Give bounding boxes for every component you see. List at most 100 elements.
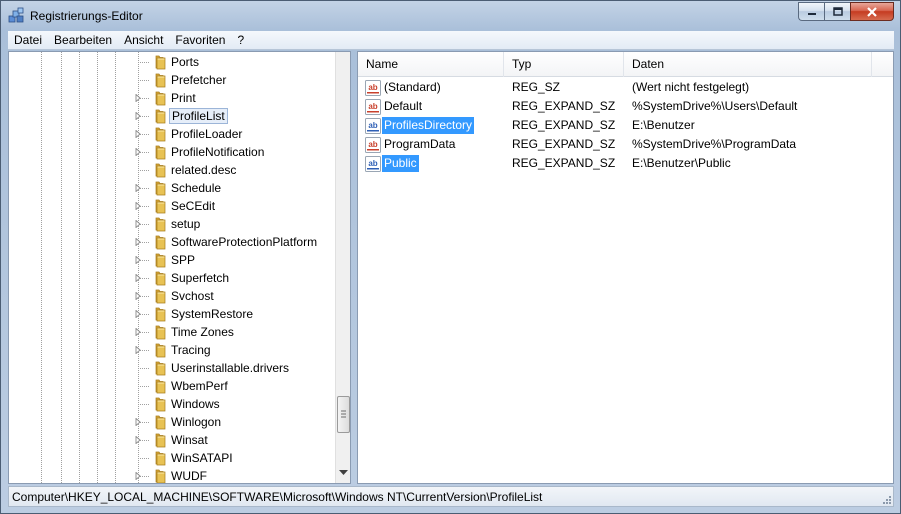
expand-arrow-icon[interactable]	[134, 184, 142, 192]
tree-item[interactable]: Windows	[9, 395, 335, 413]
value-data: %SystemDrive%\ProgramData	[632, 137, 797, 151]
tree-item[interactable]: WbemPerf	[9, 377, 335, 395]
values-list-pane[interactable]: Name Typ Daten ab (Standard) REG_SZ (Wert n…	[357, 51, 894, 484]
menu-ansicht[interactable]: Ansicht	[118, 31, 169, 50]
string-value-icon: ab	[365, 156, 381, 172]
value-row[interactable]: ab ProgramData REG_EXPAND_SZ %SystemDrive%\…	[358, 135, 893, 154]
tree-view[interactable]: Ports Prefetcher Print ProfileList ProfileLo…	[9, 52, 335, 483]
menu-help[interactable]: ?	[231, 31, 250, 50]
title-bar[interactable]: Registrierungs-Editor	[1, 1, 900, 31]
expand-arrow-icon[interactable]	[134, 292, 142, 300]
column-header-daten[interactable]: Daten	[624, 52, 872, 77]
tree-item-label: SystemRestore	[171, 307, 254, 321]
svg-text:ab: ab	[368, 121, 377, 130]
tree-item-label: Svchost	[171, 289, 214, 303]
expand-arrow-icon[interactable]	[134, 238, 142, 246]
tree-item-label: related.desc	[171, 163, 237, 177]
column-header-typ[interactable]: Typ	[504, 52, 624, 77]
value-name: Default	[384, 99, 423, 113]
expand-arrow-icon[interactable]	[134, 346, 142, 354]
maximize-button[interactable]	[824, 2, 850, 21]
tree-item[interactable]: Print	[9, 89, 335, 107]
tree-item[interactable]: SeCEdit	[9, 197, 335, 215]
expand-arrow-icon[interactable]	[134, 130, 142, 138]
folder-icon	[155, 91, 166, 106]
expand-arrow-icon[interactable]	[134, 418, 142, 426]
value-name: Public	[382, 155, 419, 172]
expand-arrow-icon[interactable]	[134, 328, 142, 336]
folder-icon	[155, 325, 166, 340]
tree-item[interactable]: WUDF	[9, 467, 335, 483]
resize-grip-icon[interactable]	[881, 494, 891, 504]
svg-text:ab: ab	[368, 83, 377, 92]
tree-item-label: Prefetcher	[171, 73, 227, 87]
scrollbar-thumb[interactable]	[337, 396, 350, 433]
tree-item[interactable]: Time Zones	[9, 323, 335, 341]
tree-item[interactable]: Superfetch	[9, 269, 335, 287]
value-name: (Standard)	[384, 80, 441, 94]
folder-icon	[155, 163, 166, 178]
folder-icon	[155, 73, 166, 88]
tree-item-label: ProfileLoader	[171, 127, 243, 141]
tree-item-label: ProfileNotification	[171, 145, 265, 159]
tree-item[interactable]: Prefetcher	[9, 71, 335, 89]
folder-icon	[155, 181, 166, 196]
tree-item[interactable]: Userinstallable.drivers	[9, 359, 335, 377]
tree-vertical-scrollbar[interactable]	[335, 52, 350, 483]
tree-item[interactable]: ProfileList	[9, 107, 335, 125]
tree-item[interactable]: Svchost	[9, 287, 335, 305]
value-name: ProfilesDirectory	[382, 117, 475, 134]
expand-arrow-icon[interactable]	[134, 310, 142, 318]
tree-item[interactable]: Winlogon	[9, 413, 335, 431]
expand-arrow-icon[interactable]	[134, 436, 142, 444]
scroll-down-arrow-icon[interactable]	[339, 470, 348, 476]
minimize-button[interactable]	[798, 2, 824, 21]
close-button[interactable]	[850, 2, 894, 21]
window-title: Registrierungs-Editor	[30, 9, 143, 23]
tree-item[interactable]: Schedule	[9, 179, 335, 197]
expand-arrow-icon[interactable]	[134, 220, 142, 228]
expand-arrow-icon[interactable]	[134, 148, 142, 156]
tree-item[interactable]: Winsat	[9, 431, 335, 449]
string-value-icon: ab	[365, 99, 381, 115]
tree-item[interactable]: SPP	[9, 251, 335, 269]
registry-tree-pane[interactable]: Ports Prefetcher Print ProfileList ProfileLo…	[8, 51, 351, 484]
folder-icon	[155, 451, 166, 466]
tree-item[interactable]: Ports	[9, 53, 335, 71]
value-row[interactable]: ab ProfilesDirectory REG_EXPAND_SZ E:\Benut…	[358, 116, 893, 135]
folder-icon	[155, 127, 166, 142]
folder-icon	[155, 289, 166, 304]
expand-arrow-icon[interactable]	[134, 472, 142, 480]
grip-icon	[341, 410, 346, 418]
tree-item[interactable]: related.desc	[9, 161, 335, 179]
tree-item-label: SPP	[171, 253, 196, 267]
expand-arrow-icon[interactable]	[134, 112, 142, 120]
expand-arrow-icon[interactable]	[134, 94, 142, 102]
folder-icon	[155, 235, 166, 250]
tree-item[interactable]: setup	[9, 215, 335, 233]
tree-item[interactable]: ProfileNotification	[9, 143, 335, 161]
expand-arrow-icon[interactable]	[134, 274, 142, 282]
window-controls	[798, 2, 894, 21]
tree-item-label: Tracing	[171, 343, 211, 357]
value-row[interactable]: ab Public REG_EXPAND_SZ E:\Benutzer\Public	[358, 154, 893, 173]
folder-icon	[155, 343, 166, 358]
expand-arrow-icon[interactable]	[134, 202, 142, 210]
value-row[interactable]: ab Default REG_EXPAND_SZ %SystemDrive%\User…	[358, 97, 893, 116]
value-row[interactable]: ab (Standard) REG_SZ (Wert nicht festgelegt…	[358, 78, 893, 97]
tree-item[interactable]: ProfileLoader	[9, 125, 335, 143]
menu-datei[interactable]: Datei	[8, 31, 48, 50]
value-type: REG_EXPAND_SZ	[512, 118, 616, 132]
tree-item[interactable]: Tracing	[9, 341, 335, 359]
value-type: REG_EXPAND_SZ	[512, 156, 616, 170]
tree-item[interactable]: WinSATAPI	[9, 449, 335, 467]
menu-bearbeiten[interactable]: Bearbeiten	[48, 31, 118, 50]
folder-icon	[155, 415, 166, 430]
tree-item[interactable]: SystemRestore	[9, 305, 335, 323]
tree-item-label: setup	[171, 217, 201, 231]
menu-favoriten[interactable]: Favoriten	[169, 31, 231, 50]
tree-item[interactable]: SoftwareProtectionPlatform	[9, 233, 335, 251]
column-header-name[interactable]: Name	[358, 52, 504, 77]
value-type: REG_SZ	[512, 80, 561, 94]
expand-arrow-icon[interactable]	[134, 256, 142, 264]
